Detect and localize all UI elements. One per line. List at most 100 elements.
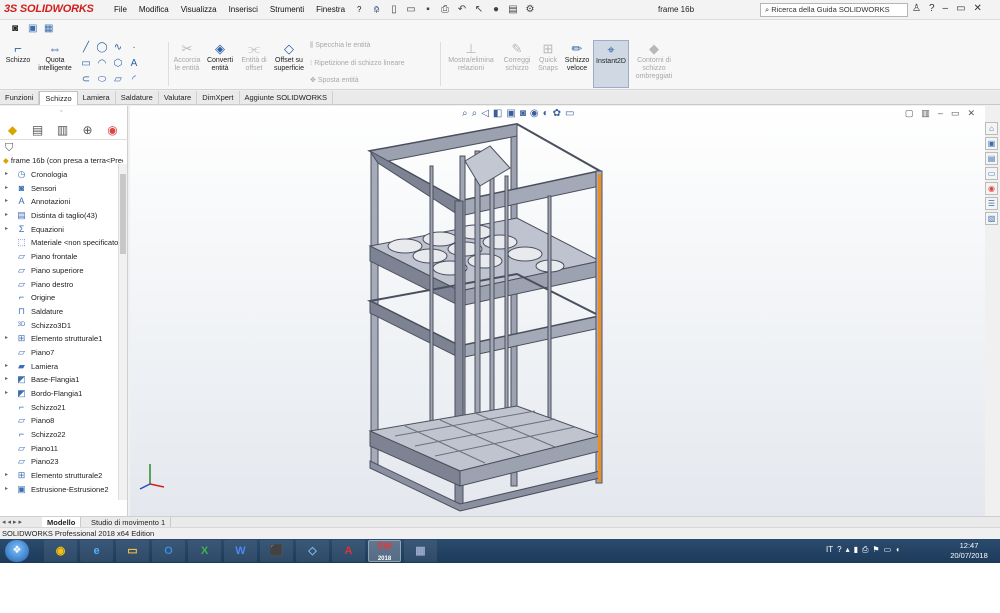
explorer-icon[interactable]: ▭ — [116, 540, 149, 562]
help-search-input[interactable]: ⌕ Ricerca della Guida SOLIDWORKS — [760, 3, 908, 17]
repair-sketch-button[interactable]: ✎ Correggi schizzo — [500, 42, 534, 73]
tree-root[interactable]: ◆ frame 16b (con presa a terra<Predefini… — [3, 156, 123, 165]
snapshot-icon[interactable]: ▣ — [28, 23, 37, 34]
menu-visualizza[interactable]: Visualizza — [175, 5, 223, 14]
tree-item[interactable]: ▸ Σ Equazioni — [0, 223, 118, 237]
tree-item[interactable]: ▸ ◷ Cronologia — [0, 168, 118, 182]
select-icon[interactable]: ↖ — [472, 3, 486, 16]
taskbar-clock[interactable]: 12:47 20/07/2018 — [946, 541, 992, 561]
restore-icon[interactable]: ▭ — [956, 3, 965, 14]
expand-arrow-icon[interactable]: ▸ — [5, 373, 8, 387]
settings-icon[interactable]: ⚙ — [523, 3, 537, 16]
tree-item[interactable]: ▸ ▰ Lamiera — [0, 360, 118, 374]
display-manager-icon[interactable]: ◉ — [100, 120, 125, 139]
menu-inserisci[interactable]: Inserisci — [223, 5, 264, 14]
line-icon[interactable]: ╱ — [80, 42, 92, 53]
save-icon[interactable]: ▪ — [421, 3, 435, 16]
access-icon[interactable]: A — [332, 540, 365, 562]
calculator-icon[interactable]: ▦ — [404, 540, 437, 562]
property-manager-icon[interactable]: ▤ — [25, 120, 50, 139]
filter-icon[interactable]: ⛉ — [5, 142, 13, 155]
tree-item[interactable]: ▱ Piano7 — [0, 346, 118, 360]
slot-icon[interactable]: ⊂ — [80, 74, 92, 85]
scrollbar-thumb[interactable] — [120, 174, 126, 254]
tab-aggiunte[interactable]: Aggiunte SOLIDWORKS — [240, 91, 334, 105]
expand-arrow-icon[interactable]: ▸ — [5, 168, 8, 182]
solidworks-logo[interactable]: 3S SOLIDWORKS — [4, 3, 94, 15]
move-entities-button[interactable]: ✥ Sposta entità — [310, 77, 420, 85]
word-icon[interactable]: W — [224, 540, 257, 562]
traffic-light-icon[interactable]: ● — [489, 3, 503, 16]
arc-icon[interactable]: ◠ — [96, 58, 108, 69]
tree-item[interactable]: ⬚ Materiale <non specificato> — [0, 236, 118, 250]
forum-icon[interactable]: ▧ — [985, 212, 998, 225]
expand-arrow-icon[interactable]: ▸ — [5, 209, 8, 223]
user-icon[interactable]: ♙ — [912, 3, 921, 14]
panel-collapse-handle[interactable]: ◦ — [60, 108, 62, 115]
tree-item[interactable]: ▱ Piano8 — [0, 414, 118, 428]
language-indicator[interactable]: IT — [826, 545, 833, 555]
expand-arrow-icon[interactable]: ▸ — [5, 387, 8, 401]
expand-arrow-icon[interactable]: ▸ — [5, 195, 8, 209]
menu-finestra[interactable]: Finestra — [310, 5, 351, 14]
options-file-icon[interactable]: ▤ — [506, 3, 520, 16]
rectangle-icon[interactable]: ▭ — [80, 58, 92, 69]
expand-arrow-icon[interactable]: ▸ — [5, 332, 8, 346]
quick-snaps-button[interactable]: ⊞ Quick Snaps — [536, 42, 560, 73]
notes-icon[interactable]: ◇ — [296, 540, 329, 562]
tab-lamiera[interactable]: Lamiera — [78, 91, 116, 105]
graphics-area[interactable]: ⌕ ⌕ ◁ ◧ ▣ ◙ ◉ ◐ ✿ ▭ ▢ ▥ – ▭ ✕ — [130, 106, 985, 516]
circle-icon[interactable]: ◯ — [96, 42, 108, 53]
expand-arrow-icon[interactable]: ▸ — [5, 469, 8, 483]
tree-item[interactable]: ▸ A Annotazioni — [0, 195, 118, 209]
start-button[interactable]: ❖ — [5, 540, 29, 562]
undo-icon[interactable]: ↶ — [455, 3, 469, 16]
tree-item[interactable]: ▱ Piano destro — [0, 278, 118, 292]
tree-item[interactable]: ▸ ▤ Distinta di taglio(43) — [0, 209, 118, 223]
offset-entities-button[interactable]: ⫘ Entità di offset — [238, 42, 270, 73]
appearances-icon[interactable]: ◉ — [985, 182, 998, 195]
tree-vertical-scrollbar[interactable] — [118, 164, 127, 500]
resources-pane-icon[interactable]: ▣ — [985, 137, 998, 150]
pdf-icon[interactable]: ⬛ — [260, 540, 293, 562]
convert-entities-button[interactable]: ◈ Converti entità — [204, 42, 236, 73]
shaded-contours-button[interactable]: ◆ Contorni di schizzo ombreggiati — [632, 42, 676, 81]
excel-icon[interactable]: X — [188, 540, 221, 562]
tree-item[interactable]: ▸ ◩ Base-Flangia1 — [0, 373, 118, 387]
solidworks-icon[interactable]: SW 2018 — [368, 540, 401, 562]
tree-item[interactable]: ⊓ Saldature — [0, 305, 118, 319]
plane-small-icon[interactable]: ▱ — [112, 74, 124, 85]
dimxpert-manager-icon[interactable]: ⊕ — [75, 120, 100, 139]
tab-schizzo[interactable]: Schizzo — [39, 91, 78, 105]
tree-item[interactable]: ⌐ Origine — [0, 291, 118, 305]
expand-arrow-icon[interactable]: ▸ — [5, 360, 8, 374]
tree-item[interactable]: ▸ ◩ Bordo-Flangia1 — [0, 387, 118, 401]
close-icon[interactable]: ✕ — [974, 3, 982, 14]
trim-entities-button[interactable]: ✂ Accorcia le entità — [170, 42, 204, 73]
tree-item[interactable]: ▱ Piano23 — [0, 455, 118, 469]
expand-arrow-icon[interactable]: ▸ — [5, 182, 8, 196]
selected-edge-highlight[interactable] — [598, 174, 601, 482]
offset-surface-button[interactable]: ◇ Offset su superficie — [270, 42, 308, 73]
feature-manager-icon[interactable]: ◆ — [0, 120, 25, 139]
fillet-icon[interactable]: ◜ — [128, 74, 140, 85]
tree-item[interactable]: 3D Schizzo3D1 — [0, 319, 118, 333]
file-explorer-icon[interactable]: ▭ — [985, 167, 998, 180]
expand-arrow-icon[interactable]: ▸ — [5, 223, 8, 237]
tree-item[interactable]: ▱ Piano11 — [0, 442, 118, 456]
help-tray-icon[interactable]: ? — [837, 545, 841, 555]
help-icon[interactable]: ? — [929, 3, 935, 14]
home-icon[interactable]: ⌂ — [370, 3, 384, 16]
instant2d-button[interactable]: ⌖ Instant2D — [593, 40, 629, 88]
smart-dimension-button[interactable]: ⇔ Quota intelligente — [36, 42, 74, 73]
open-icon[interactable]: ▭ — [404, 3, 418, 16]
printer-tray-icon[interactable]: ⎙ — [862, 545, 868, 555]
tree-item[interactable]: ⌐ Schizzo22 — [0, 428, 118, 442]
volume-tray-icon[interactable]: ◖ — [895, 545, 900, 555]
polygon-icon[interactable]: ⬡ — [112, 58, 124, 69]
camera-icon[interactable]: ◙ — [12, 23, 18, 34]
custom-properties-icon[interactable]: ☰ — [985, 197, 998, 210]
tree-item[interactable]: ▸ ◙ Sensori — [0, 182, 118, 196]
tab-valutare[interactable]: Valutare — [159, 91, 198, 105]
print-icon[interactable]: ⎙ — [438, 3, 452, 16]
